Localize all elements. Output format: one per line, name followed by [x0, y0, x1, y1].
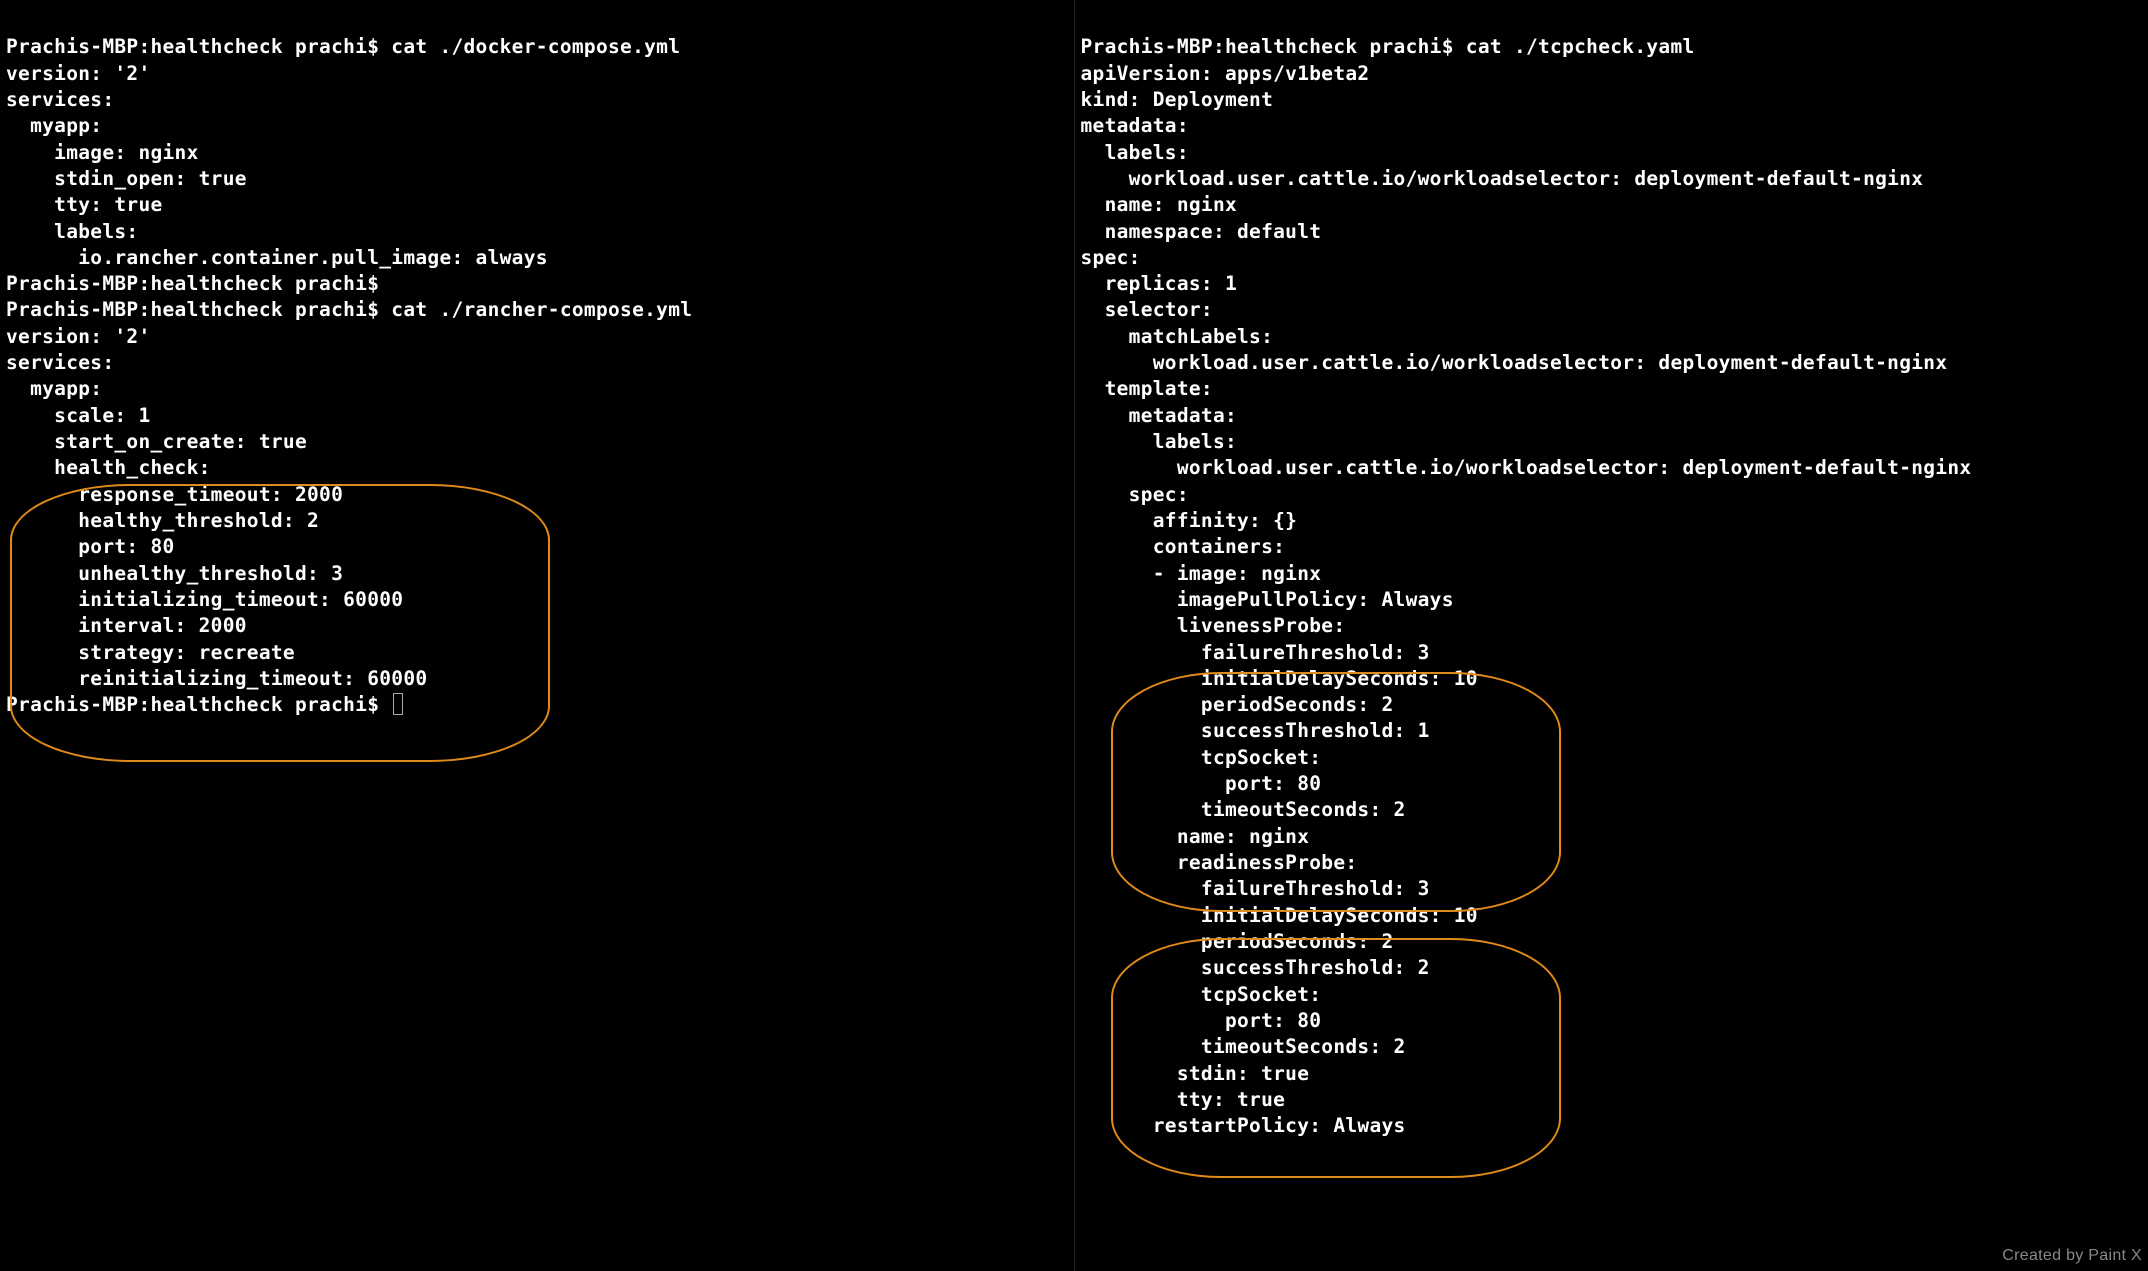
prompt-line: Prachis-MBP:healthcheck prachi$ cat ./do…: [6, 35, 680, 58]
terminal-left-pane[interactable]: Prachis-MBP:healthcheck prachi$ cat ./do…: [0, 0, 1075, 1271]
cursor-icon: [393, 693, 403, 715]
prompt-host: Prachis-MBP:healthcheck prachi$: [6, 693, 391, 716]
prompt-line: Prachis-MBP:healthcheck prachi$: [6, 272, 379, 295]
command-text: cat ./docker-compose.yml: [391, 35, 680, 58]
prompt-line: Prachis-MBP:healthcheck prachi$ cat ./tc…: [1081, 35, 1695, 58]
prompt-line: Prachis-MBP:healthcheck prachi$ cat ./ra…: [6, 298, 692, 321]
command-text: cat ./tcpcheck.yaml: [1466, 35, 1695, 58]
prompt-host: Prachis-MBP:healthcheck prachi$: [6, 272, 379, 295]
prompt-host: Prachis-MBP:healthcheck prachi$: [6, 35, 391, 58]
prompt-host: Prachis-MBP:healthcheck prachi$: [6, 298, 391, 321]
file-content-tcpcheck: apiVersion: apps/v1beta2 kind: Deploymen…: [1081, 62, 1972, 1138]
prompt-line: Prachis-MBP:healthcheck prachi$: [6, 693, 403, 716]
file-content-rancher-compose: version: '2' services: myapp: scale: 1 s…: [6, 325, 427, 690]
file-content-docker-compose: version: '2' services: myapp: image: ngi…: [6, 62, 548, 269]
terminal-right-pane[interactable]: Prachis-MBP:healthcheck prachi$ cat ./tc…: [1075, 0, 2148, 1271]
prompt-host: Prachis-MBP:healthcheck prachi$: [1081, 35, 1466, 58]
watermark-text: Created by Paint X: [2002, 1245, 2142, 1267]
command-text: cat ./rancher-compose.yml: [391, 298, 692, 321]
